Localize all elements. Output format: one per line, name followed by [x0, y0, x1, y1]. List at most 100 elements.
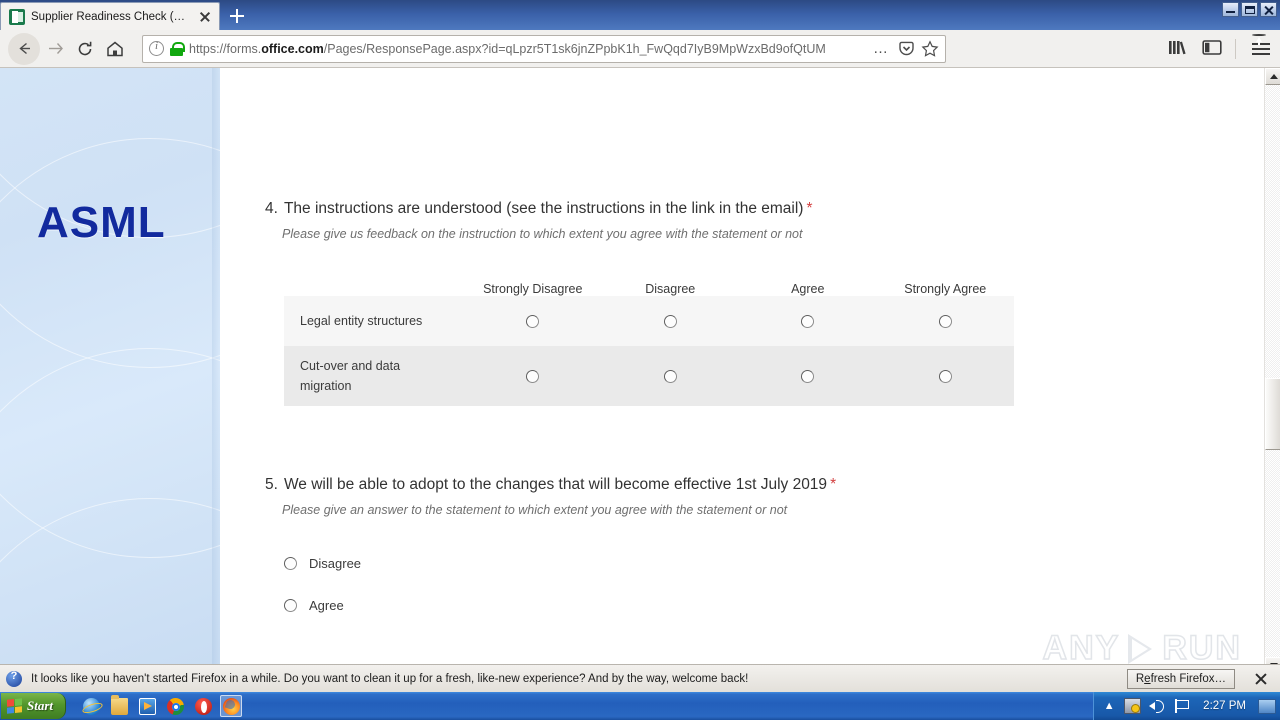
matrix-column-header-1: Disagree	[645, 282, 696, 296]
taskbar-clock[interactable]: 2:27 PM	[1199, 700, 1250, 712]
firefox-icon	[223, 698, 241, 715]
matrix-column-header-0: Strongly Disagree	[483, 282, 583, 296]
microsoft-forms-favicon-icon	[9, 8, 25, 25]
page-actions-button[interactable]: …	[870, 40, 892, 57]
screen: Supplier Readiness Check (NPR) i https:/…	[0, 0, 1280, 720]
scrollbar-thumb[interactable]	[1265, 378, 1280, 450]
question-5-option-disagree[interactable]: Disagree	[284, 542, 1060, 584]
question-5-subtitle: Please give an answer to the statement t…	[282, 503, 788, 517]
matrix-radio-0-1[interactable]	[663, 314, 677, 328]
question-5-option-label-1: Agree	[309, 597, 344, 613]
matrix-radio-0-3[interactable]	[938, 314, 952, 328]
refresh-firefox-button[interactable]: Refresh Firefox…	[1126, 668, 1235, 689]
matrix-radio-1-2[interactable]	[801, 369, 815, 383]
page-scrollbar[interactable]	[1264, 68, 1280, 674]
notification-close-icon[interactable]	[1252, 670, 1270, 688]
asml-brand-banner: ASML	[0, 68, 220, 674]
new-tab-button[interactable]	[220, 2, 254, 30]
scroll-up-button[interactable]	[1265, 68, 1280, 85]
system-tray: ▲ 2:27 PM	[1093, 692, 1280, 720]
matrix-cell-0-2[interactable]	[739, 314, 877, 328]
start-button-label: Start	[27, 698, 54, 713]
tab-title: Supplier Readiness Check (NPR)	[31, 10, 191, 23]
question-4-number: 4.	[265, 200, 278, 217]
bookmark-star-icon[interactable]	[921, 39, 939, 58]
address-bar[interactable]: https://forms.office.com/Pages/ResponseP…	[142, 34, 946, 63]
url-text: https://forms.office.com/Pages/ResponseP…	[189, 42, 864, 56]
matrix-cell-0-0[interactable]	[464, 314, 602, 328]
matrix-row-legal-entity-structures: Legal entity structures	[284, 296, 1014, 346]
menu-hamburger-icon[interactable]	[1248, 34, 1274, 62]
window-close-button[interactable]	[1260, 2, 1277, 17]
taskbar-item-file-explorer[interactable]	[108, 695, 130, 717]
taskbar-item-google-chrome[interactable]	[164, 695, 186, 717]
forward-button[interactable]	[40, 34, 70, 64]
form-sheet: 4. The instructions are understood (see …	[220, 68, 1264, 674]
matrix-radio-0-0[interactable]	[526, 314, 540, 328]
start-button[interactable]: Start	[1, 693, 67, 719]
network-icon[interactable]	[1124, 698, 1142, 714]
matrix-cell-0-1[interactable]	[602, 314, 740, 328]
taskbar-item-firefox[interactable]	[220, 695, 243, 717]
question-4-subtitle: Please give us feedback on the instructi…	[282, 227, 803, 241]
sidebar-toggle-icon[interactable]	[1201, 37, 1223, 62]
library-icon[interactable]	[1167, 37, 1189, 62]
browser-tab-active[interactable]: Supplier Readiness Check (NPR)	[0, 2, 220, 30]
tray-show-hidden-icons-chevron-icon[interactable]: ▲	[1102, 697, 1116, 715]
matrix-row-label-1: Cut-over and data migration	[300, 359, 401, 393]
windows-taskbar: Start ▲ 2:27 PM	[0, 692, 1280, 720]
question-5-option-agree[interactable]: Agree	[284, 584, 1060, 626]
url-scheme: https://forms.	[189, 41, 262, 56]
show-desktop-button[interactable]	[1258, 698, 1276, 714]
question-5-radio-1[interactable]	[284, 598, 297, 612]
matrix-radio-1-0[interactable]	[526, 369, 540, 383]
folder-icon	[111, 695, 129, 715]
toolbar-right-controls	[1167, 30, 1274, 68]
windows-flag-icon	[7, 698, 22, 714]
question-5-radio-0[interactable]	[284, 556, 297, 570]
tab-close-icon[interactable]	[197, 9, 213, 25]
media-player-icon	[139, 698, 157, 715]
toolbar-divider	[1235, 39, 1236, 59]
page-content: ASML 4. The instructions are understood …	[0, 68, 1264, 674]
matrix-column-header-3: Strongly Agree	[904, 282, 987, 296]
matrix-radio-1-3[interactable]	[938, 369, 952, 383]
matrix-cell-1-3[interactable]	[877, 369, 1015, 383]
question-4: 4. The instructions are understood (see …	[265, 199, 1060, 406]
reload-button[interactable]	[70, 34, 100, 64]
matrix-cell-0-3[interactable]	[877, 314, 1015, 328]
scrollbar-track[interactable]	[1265, 85, 1280, 657]
taskbar-item-internet-explorer[interactable]	[80, 695, 102, 717]
window-minimize-button[interactable]	[1222, 2, 1239, 17]
back-button[interactable]	[8, 32, 40, 65]
matrix-cell-1-2[interactable]	[739, 369, 877, 383]
home-button[interactable]	[100, 34, 130, 64]
taskbar-item-windows-media-player[interactable]	[136, 695, 158, 717]
matrix-radio-0-2[interactable]	[801, 314, 815, 328]
pocket-icon[interactable]	[898, 40, 915, 57]
question-5: 5. We will be able to adopt to the chang…	[265, 475, 1060, 626]
opera-icon	[195, 698, 213, 715]
question-5-options: Disagree Agree	[284, 542, 1060, 626]
matrix-cell-1-1[interactable]	[602, 369, 740, 383]
info-question-icon	[6, 670, 22, 687]
question-4-title-row: 4. The instructions are understood (see …	[265, 199, 1060, 219]
matrix-header-row: Strongly Disagree Disagree Agree Strongl…	[284, 268, 1014, 296]
page-viewport: ASML 4. The instructions are understood …	[0, 68, 1280, 674]
volume-icon[interactable]	[1149, 698, 1166, 714]
tab-strip: Supplier Readiness Check (NPR)	[0, 0, 1280, 30]
window-maximize-button[interactable]	[1241, 2, 1258, 17]
action-center-flag-icon[interactable]	[1174, 698, 1191, 714]
quick-launch-bar	[80, 695, 243, 717]
taskbar-item-opera[interactable]	[192, 695, 214, 717]
notification-message: It looks like you haven't started Firefo…	[31, 672, 749, 685]
matrix-radio-1-1[interactable]	[663, 369, 677, 383]
url-domain: office.com	[261, 41, 324, 56]
question-4-matrix: Strongly Disagree Disagree Agree Strongl…	[284, 268, 1014, 406]
firefox-refresh-notification-bar: It looks like you haven't started Firefo…	[0, 664, 1280, 692]
question-5-text: We will be able to adopt to the changes …	[283, 476, 837, 493]
site-info-icon[interactable]	[149, 40, 164, 56]
navigation-toolbar: https://forms.office.com/Pages/ResponseP…	[0, 30, 1280, 68]
question-4-text: The instructions are understood (see the…	[283, 200, 813, 217]
matrix-cell-1-0[interactable]	[464, 369, 602, 383]
